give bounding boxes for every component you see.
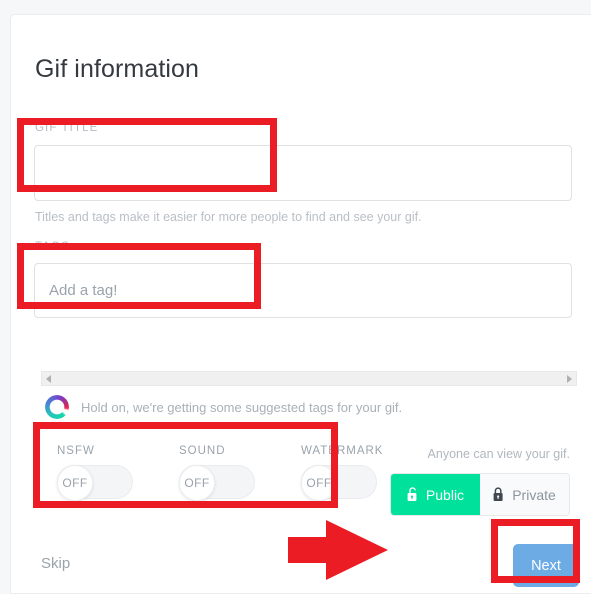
privacy-toggle-group: Public Private xyxy=(390,473,570,516)
lock-icon xyxy=(493,487,503,501)
tags-label: TAGS xyxy=(35,241,70,253)
gif-title-input[interactable] xyxy=(34,145,572,201)
page-title: Gif information xyxy=(35,55,200,83)
privacy-private-button[interactable]: Private xyxy=(480,474,569,515)
loading-spinner-icon xyxy=(45,395,69,419)
toggle-sound-state[interactable]: OFF xyxy=(179,465,215,501)
privacy-private-label: Private xyxy=(512,486,556,503)
toggle-label-nsfw: NSFW xyxy=(57,445,95,457)
chevron-left-icon[interactable] xyxy=(46,374,51,383)
form-helper-text: Titles and tags make it easier for more … xyxy=(35,210,422,224)
skip-link[interactable]: Skip xyxy=(41,555,70,572)
toggle-sound[interactable]: OFF xyxy=(179,465,255,501)
next-button[interactable]: Next xyxy=(513,544,579,587)
suggested-tags-scrollbar[interactable] xyxy=(41,371,577,386)
toggle-label-sound: SOUND xyxy=(179,445,226,457)
gif-title-label: GIF TITLE xyxy=(35,122,99,134)
privacy-note: Anyone can view your gif. xyxy=(427,447,570,461)
toggle-label-watermark: WATERMARK xyxy=(301,445,384,457)
suggested-tags-status: Hold on, we're getting some suggested ta… xyxy=(45,395,402,419)
media-flag-toggles: NSFW OFF SOUND OFF WATERMARK OFF xyxy=(57,445,384,501)
toggle-nsfw[interactable]: OFF xyxy=(57,465,133,501)
toggle-watermark[interactable]: OFF xyxy=(301,465,377,501)
suggested-tags-status-text: Hold on, we're getting some suggested ta… xyxy=(81,399,403,415)
toggle-group-nsfw: NSFW OFF xyxy=(57,445,133,501)
toggle-nsfw-state[interactable]: OFF xyxy=(57,465,93,501)
toggle-watermark-state[interactable]: OFF xyxy=(301,465,337,501)
unlock-icon xyxy=(407,487,417,501)
chevron-right-icon[interactable] xyxy=(567,374,572,383)
tags-input[interactable] xyxy=(34,263,572,318)
privacy-public-label: Public xyxy=(425,486,465,503)
toggle-group-sound: SOUND OFF xyxy=(179,445,255,501)
toggle-group-watermark: WATERMARK OFF xyxy=(301,445,384,501)
privacy-public-button[interactable]: Public xyxy=(391,474,480,515)
gif-information-card: Gif information GIF TITLE Titles and tag… xyxy=(10,14,591,594)
